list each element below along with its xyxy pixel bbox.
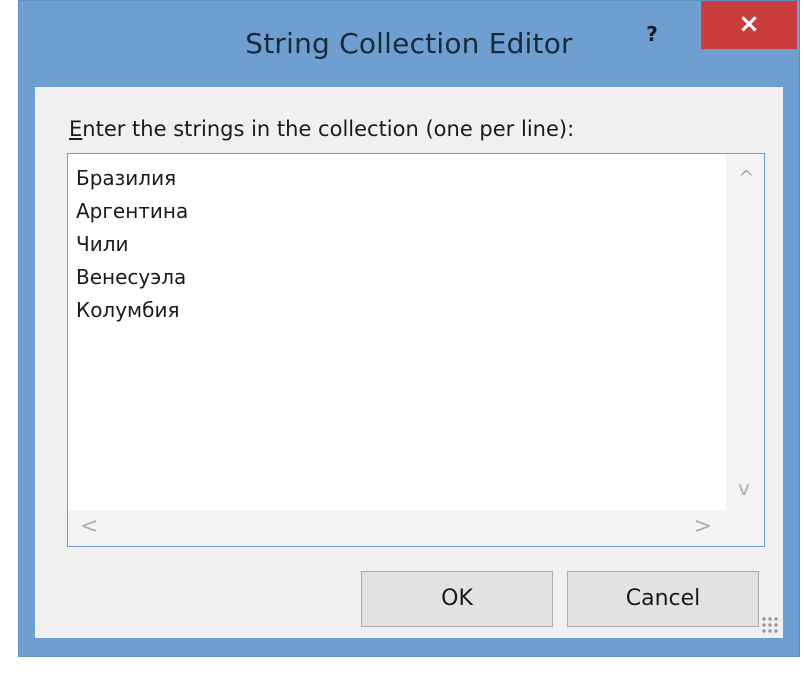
prompt-text: nter the strings in the collection (one … [82, 117, 575, 141]
cancel-button[interactable]: Cancel [567, 571, 759, 627]
vertical-scrollbar[interactable]: ^ v [726, 154, 764, 510]
help-button[interactable]: ? [637, 19, 667, 49]
scroll-left-icon[interactable]: < [80, 514, 98, 539]
resize-grip-icon[interactable] [761, 616, 779, 634]
scroll-down-icon[interactable]: v [738, 476, 750, 500]
dialog-window: String Collection Editor ? × Enter the s… [18, 0, 800, 657]
string-line: Венесуэла [76, 265, 187, 289]
strings-textbox[interactable]: Бразилия Аргентина Чили Венесуэла Колумб… [67, 153, 765, 547]
scroll-right-icon[interactable]: > [694, 514, 712, 539]
string-line: Аргентина [76, 199, 189, 223]
window-title: String Collection Editor [245, 27, 573, 60]
prompt-label: Enter the strings in the collection (one… [69, 117, 574, 141]
dialog-body: Enter the strings in the collection (one… [35, 87, 783, 638]
prompt-accelerator: E [69, 117, 83, 141]
horizontal-scrollbar[interactable]: < > [68, 510, 764, 546]
string-line: Колумбия [76, 298, 180, 322]
ok-button[interactable]: OK [361, 571, 553, 627]
scroll-up-icon[interactable]: ^ [738, 166, 755, 190]
close-button[interactable]: × [701, 1, 797, 49]
strings-list: Бразилия Аргентина Чили Венесуэла Колумб… [76, 164, 188, 329]
title-bar[interactable]: String Collection Editor ? × [19, 1, 799, 87]
string-line: Бразилия [76, 166, 177, 190]
string-line: Чили [76, 232, 129, 256]
